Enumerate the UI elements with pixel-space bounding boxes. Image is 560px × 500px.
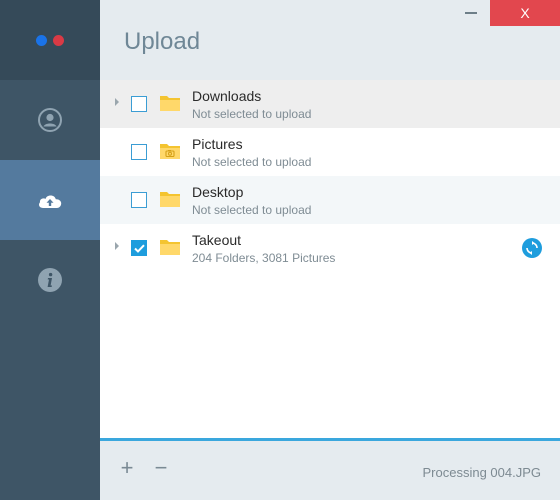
folder-checkbox[interactable] (131, 240, 147, 256)
folder-checkbox[interactable] (131, 144, 147, 160)
list-item[interactable]: Downloads Not selected to upload (100, 80, 560, 128)
sidebar (0, 0, 100, 500)
list-item[interactable]: Desktop Not selected to upload (100, 176, 560, 224)
account-icon (38, 108, 62, 132)
folder-checkbox[interactable] (131, 192, 147, 208)
add-folder-button[interactable]: + (116, 457, 138, 479)
processing-status: Processing 004.JPG (422, 465, 541, 480)
folder-icon (160, 96, 180, 111)
cloud-upload-icon (39, 195, 62, 208)
logo-blue-dot (36, 35, 47, 46)
folder-name: Takeout (192, 232, 242, 248)
folder-icon (160, 192, 180, 207)
minimize-button[interactable] (460, 0, 482, 26)
folder-name: Desktop (192, 184, 244, 200)
folder-status: Not selected to upload (192, 203, 312, 217)
folder-list: Downloads Not selected to upload Picture… (100, 80, 560, 272)
remove-folder-button[interactable]: − (150, 457, 172, 479)
sidebar-item-info[interactable] (0, 240, 100, 320)
folder-name: Downloads (192, 88, 262, 104)
folder-status: Not selected to upload (192, 155, 312, 169)
logo (0, 0, 100, 80)
sidebar-item-upload[interactable] (0, 160, 100, 240)
sidebar-item-account[interactable] (0, 80, 100, 160)
list-item[interactable]: Takeout 204 Folders, 3081 Pictures (100, 224, 560, 272)
expand-arrow-icon[interactable] (115, 98, 119, 106)
page-title: Upload (124, 28, 201, 55)
folder-icon (160, 240, 180, 255)
footer: + − Processing 004.JPG (100, 438, 560, 500)
folder-status: 204 Folders, 3081 Pictures (192, 251, 336, 265)
close-button[interactable]: X (490, 0, 560, 26)
title-bar: Upload X (100, 0, 560, 80)
folder-status: Not selected to upload (192, 107, 312, 121)
checkmark-icon (133, 244, 145, 253)
sync-icon (522, 238, 542, 258)
folder-checkbox[interactable] (131, 96, 147, 112)
logo-red-dot (53, 35, 64, 46)
camera-folder-icon (160, 144, 180, 159)
minimize-icon (465, 12, 477, 14)
expand-arrow-icon[interactable] (115, 242, 119, 250)
list-item[interactable]: Pictures Not selected to upload (100, 128, 560, 176)
info-icon (38, 268, 62, 292)
folder-name: Pictures (192, 136, 243, 152)
